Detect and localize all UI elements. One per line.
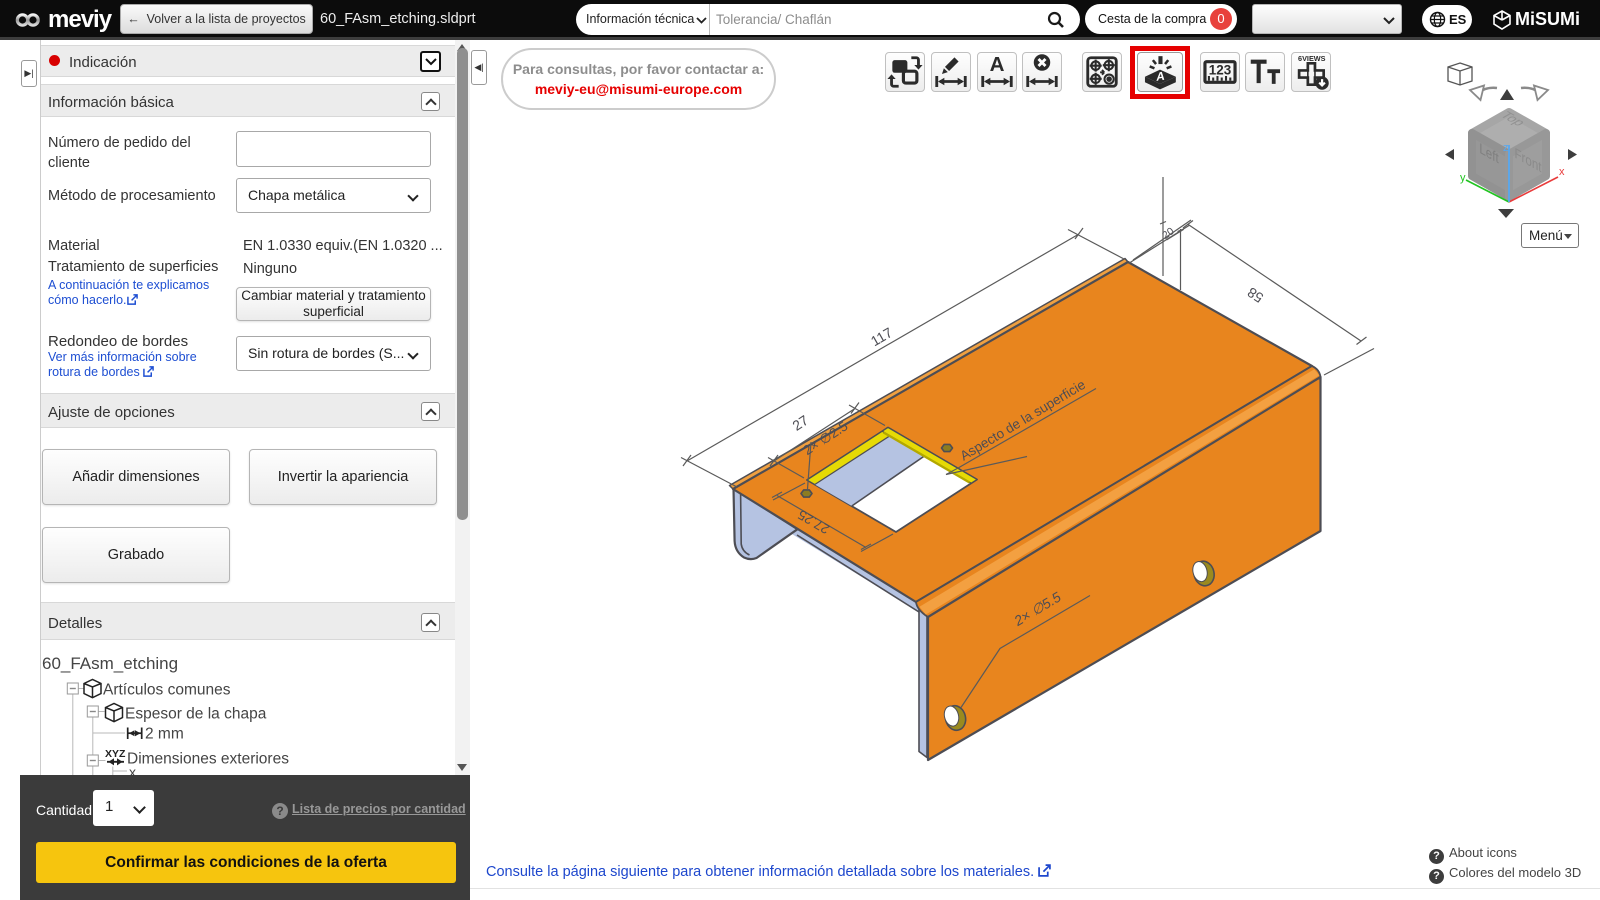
- svg-text:x: x: [1559, 166, 1565, 178]
- svg-text:A: A: [990, 53, 1005, 76]
- svg-text:Artículos comunes: Artículos comunes: [103, 682, 231, 699]
- svg-text:27: 27: [789, 412, 811, 434]
- svg-text:58: 58: [1244, 284, 1266, 306]
- svg-text:6VIEWS: 6VIEWS: [1298, 54, 1326, 63]
- svg-text:y: y: [1460, 172, 1466, 184]
- svg-text:Dimensiones exteriores: Dimensiones exteriores: [127, 751, 289, 768]
- svg-text:123: 123: [1209, 62, 1231, 77]
- svg-text:z: z: [1503, 142, 1509, 154]
- svg-text:117: 117: [868, 324, 896, 349]
- svg-text:Espesor de la chapa: Espesor de la chapa: [125, 706, 267, 723]
- svg-text:XYZ: XYZ: [105, 748, 126, 760]
- svg-text:2 mm: 2 mm: [145, 726, 184, 743]
